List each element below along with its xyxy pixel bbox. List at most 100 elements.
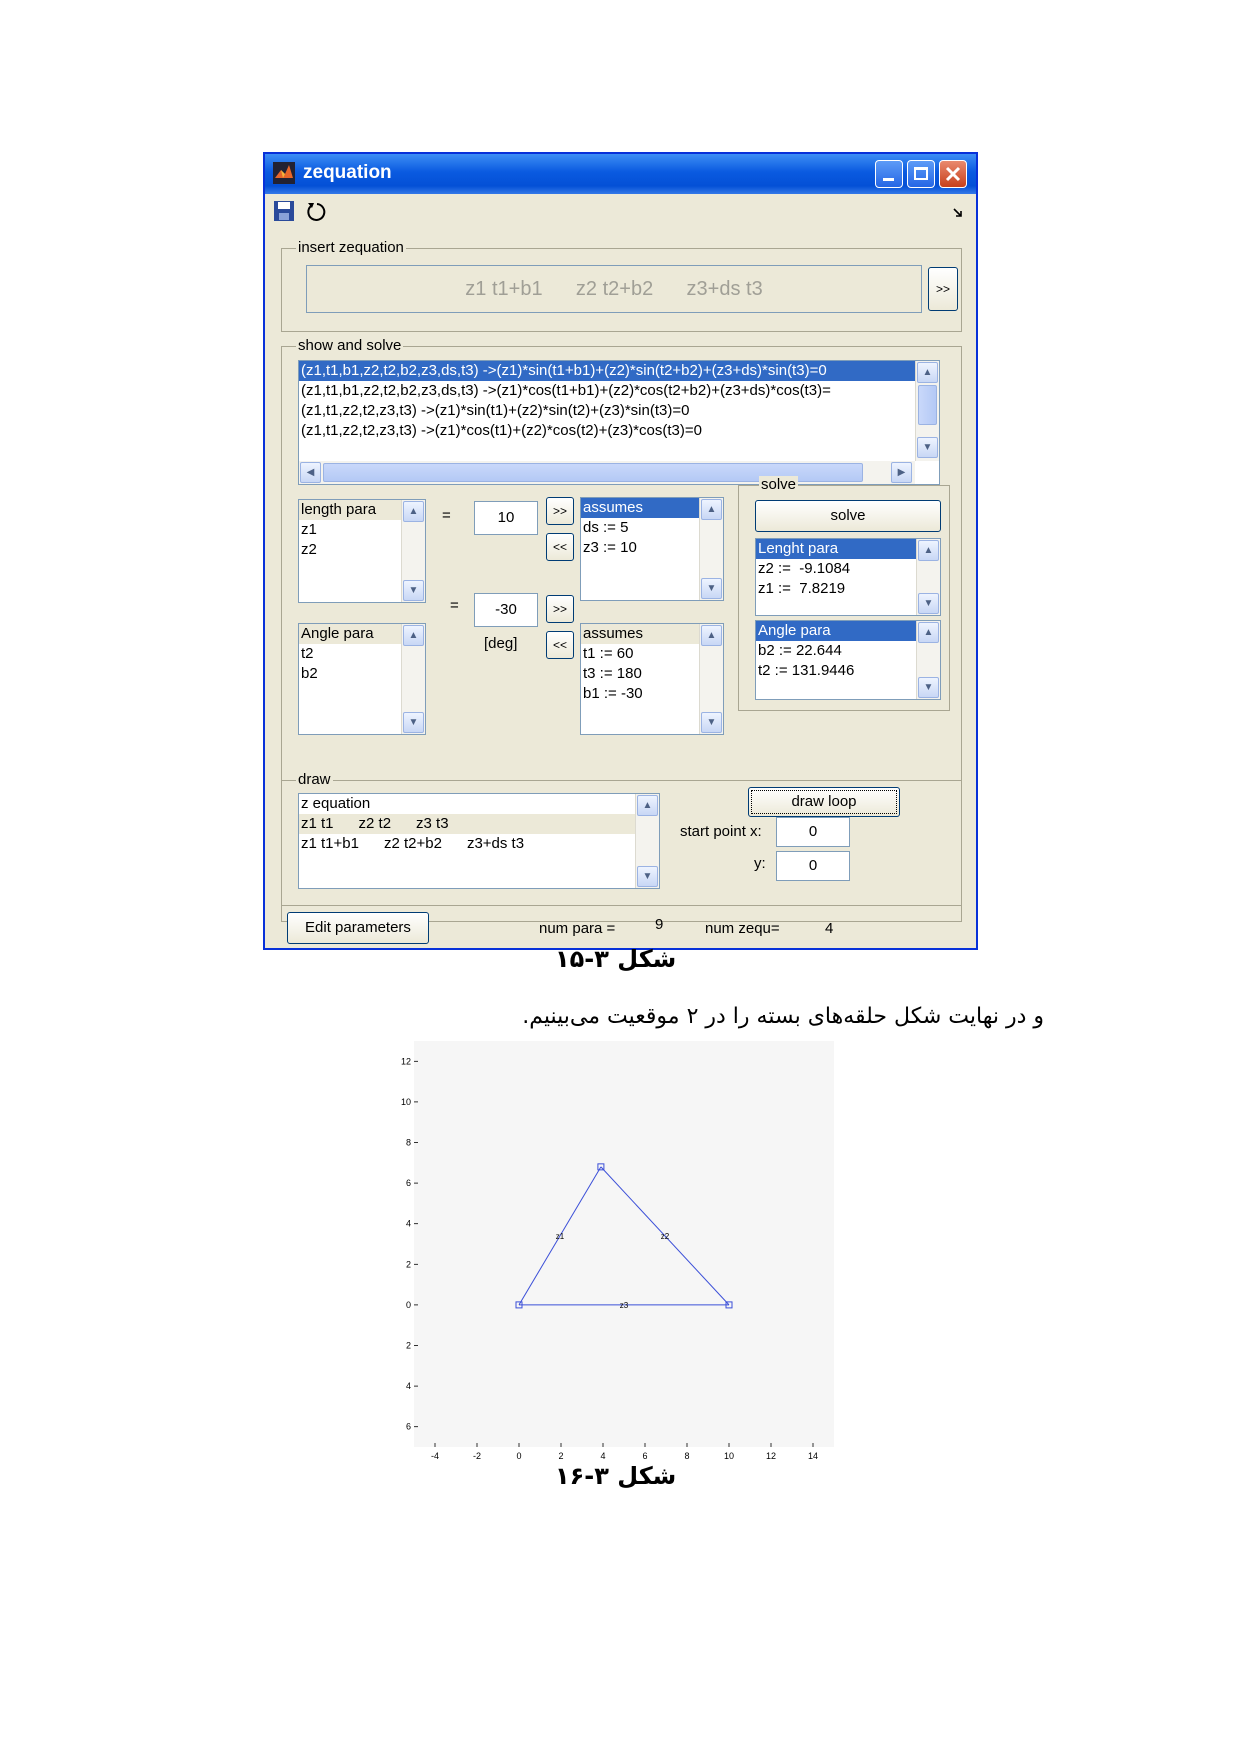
length-assumes-list[interactable]: assumes ds := 5 z3 := 10 ▲ ▼ xyxy=(580,497,724,601)
list-item[interactable]: (z1,t1,b1,z2,t2,b2,z3,ds,t3) ->(z1)*cos(… xyxy=(299,381,915,401)
list-item[interactable]: z1 t1 z2 t2 z3 t3 xyxy=(299,814,659,834)
start-y-input[interactable]: 0 xyxy=(776,851,850,881)
y-tick-label: 4 xyxy=(406,1381,411,1391)
scroll-down-icon[interactable]: ▼ xyxy=(403,580,424,601)
x-tick-label: 2 xyxy=(558,1451,563,1461)
scroll-up-icon[interactable]: ▲ xyxy=(701,625,722,646)
vertical-scrollbar[interactable]: ▲ ▼ xyxy=(916,539,940,615)
save-icon[interactable] xyxy=(273,200,295,222)
insert-zequation-panel: insert zequation z1 t1+b1 z2 t2+b2 z3+ds… xyxy=(281,239,962,332)
minimize-button[interactable] xyxy=(875,160,903,188)
equation-input[interactable]: z1 t1+b1 z2 t2+b2 z3+ds t3 xyxy=(306,265,922,313)
list-item[interactable]: z1 := 7.8219 xyxy=(756,579,940,599)
scroll-down-icon[interactable]: ▼ xyxy=(918,677,939,698)
length-para-list[interactable]: length para z1 z2 ▲ ▼ xyxy=(298,499,426,603)
segment-label: z1 xyxy=(556,1232,565,1241)
x-tick-label: 4 xyxy=(600,1451,605,1461)
angle-para-list[interactable]: Angle para t2 b2 ▲ ▼ xyxy=(298,623,426,735)
y-tick-label: 12 xyxy=(401,1056,411,1066)
scroll-left-icon[interactable]: ◀ xyxy=(300,462,321,483)
scroll-up-icon[interactable]: ▲ xyxy=(918,540,939,561)
draw-equation-list[interactable]: z equation z1 t1 z2 t2 z3 t3 z1 t1+b1 z2… xyxy=(298,793,660,889)
scroll-down-icon[interactable]: ▼ xyxy=(403,712,424,733)
angle-unit-label: [deg] xyxy=(484,635,518,652)
title-bar: zequation xyxy=(265,154,976,194)
scroll-down-icon[interactable]: ▼ xyxy=(917,437,938,458)
list-item[interactable]: (z1,t1,z2,t2,z3,t3) ->(z1)*sin(t1)+(z2)*… xyxy=(299,401,915,421)
num-zequ-value: 4 xyxy=(825,920,834,937)
x-tick-label: 6 xyxy=(642,1451,647,1461)
edit-parameters-button[interactable]: Edit parameters xyxy=(287,912,429,944)
list-item[interactable]: t2 := 131.9446 xyxy=(756,661,940,681)
list-item[interactable]: b2 := 22.644 xyxy=(756,641,940,661)
scroll-up-icon[interactable]: ▲ xyxy=(403,501,424,522)
scroll-down-icon[interactable]: ▼ xyxy=(918,593,939,614)
scroll-down-icon[interactable]: ▼ xyxy=(637,866,658,887)
rotate-icon[interactable] xyxy=(305,200,329,224)
y-tick-label: 0 xyxy=(406,1300,411,1310)
insert-panel-title: insert zequation xyxy=(296,239,406,256)
x-tick-label: -4 xyxy=(431,1451,439,1461)
insert-equation-button[interactable]: >> xyxy=(928,267,958,311)
list-item[interactable]: z1 t1+b1 z2 t2+b2 z3+ds t3 xyxy=(299,834,659,854)
scroll-up-icon[interactable]: ▲ xyxy=(637,795,658,816)
y-tick-label: 2 xyxy=(406,1259,411,1269)
list-header: Angle para xyxy=(756,621,940,641)
vertical-scrollbar[interactable]: ▲ ▼ xyxy=(699,498,723,600)
solve-panel: solve solve Lenght para z2 := -9.1084 z1… xyxy=(738,476,950,711)
scroll-thumb[interactable] xyxy=(918,385,937,425)
draw-panel: draw z equation z1 t1 z2 t2 z3 t3 z1 t1+… xyxy=(281,771,962,906)
x-tick-label: 10 xyxy=(724,1451,734,1461)
horizontal-scrollbar[interactable]: ◀ ▶ xyxy=(299,461,915,484)
num-para-value: 9 xyxy=(655,916,664,933)
loop-plot: -4 -2 0 2 4 6 8 10 12 14 12 10 8 6 4 2 0 2 4 6 z1 z2 z3 xyxy=(398,1035,834,1463)
length-equals-label: = xyxy=(442,507,451,524)
y-tick-label: 4 xyxy=(406,1219,411,1229)
scroll-down-icon[interactable]: ▼ xyxy=(701,578,722,599)
list-header: z equation xyxy=(301,795,371,812)
num-para-label: num para = xyxy=(539,920,616,937)
vertical-scrollbar[interactable]: ▲ ▼ xyxy=(635,794,659,888)
y-tick-label: 2 xyxy=(406,1341,411,1351)
list-item[interactable]: (z1,t1,b1,z2,t2,b2,z3,ds,t3) ->(z1)*sin(… xyxy=(299,361,915,381)
vertical-scrollbar[interactable]: ▲ ▼ xyxy=(915,361,939,461)
solve-button[interactable]: solve xyxy=(755,500,941,532)
vertical-scrollbar[interactable]: ▲ ▼ xyxy=(401,500,425,602)
scroll-up-icon[interactable]: ▲ xyxy=(403,625,424,646)
list-header: Lenght para xyxy=(756,539,940,559)
draw-loop-button[interactable]: draw loop xyxy=(748,787,900,817)
scroll-right-icon[interactable]: ▶ xyxy=(891,462,912,483)
scroll-up-icon[interactable]: ▲ xyxy=(918,622,939,643)
scroll-up-icon[interactable]: ▲ xyxy=(701,499,722,520)
solve-panel-title: solve xyxy=(759,476,799,493)
vertical-scrollbar[interactable]: ▲ ▼ xyxy=(401,624,425,734)
add-length-assume-button[interactable]: >> xyxy=(546,497,574,525)
list-item[interactable]: (z1,t1,z2,t2,z3,t3) ->(z1)*cos(t1)+(z2)*… xyxy=(299,421,915,441)
remove-angle-assume-button[interactable]: << xyxy=(546,631,574,659)
remove-length-assume-button[interactable]: << xyxy=(546,533,574,561)
vertical-scrollbar[interactable]: ▲ ▼ xyxy=(699,624,723,734)
x-tick-label: 14 xyxy=(808,1451,818,1461)
segment-label: z2 xyxy=(661,1232,670,1241)
persian-paragraph: و در نهایت شکل حلقه‌های بسته را در ۲ موق… xyxy=(522,1004,1044,1029)
scroll-down-icon[interactable]: ▼ xyxy=(701,712,722,733)
dock-arrow-icon[interactable] xyxy=(953,208,963,218)
angle-results-list[interactable]: Angle para b2 := 22.644 t2 := 131.9446 ▲… xyxy=(755,620,941,700)
x-tick-label: 8 xyxy=(684,1451,689,1461)
scroll-up-icon[interactable]: ▲ xyxy=(917,362,938,383)
angle-value-input[interactable]: -30 xyxy=(474,593,538,627)
length-results-list[interactable]: Lenght para z2 := -9.1084 z1 := 7.8219 ▲… xyxy=(755,538,941,616)
y-tick-label: 6 xyxy=(406,1178,411,1188)
list-item[interactable]: z2 := -9.1084 xyxy=(756,559,940,579)
angle-assumes-list[interactable]: assumes t1 := 60 t3 := 180 b1 := -30 ▲ ▼ xyxy=(580,623,724,735)
close-button[interactable] xyxy=(939,160,967,188)
add-angle-assume-button[interactable]: >> xyxy=(546,595,574,623)
y-tick-label: 6 xyxy=(406,1422,411,1432)
length-value-input[interactable]: 10 xyxy=(474,501,538,535)
vertical-scrollbar[interactable]: ▲ ▼ xyxy=(916,621,940,699)
start-y-label: y: xyxy=(754,855,766,872)
start-x-input[interactable]: 0 xyxy=(776,817,850,847)
segment-label: z3 xyxy=(620,1301,629,1310)
maximize-button[interactable] xyxy=(907,160,935,188)
equations-list[interactable]: (z1,t1,b1,z2,t2,b2,z3,ds,t3) ->(z1)*sin(… xyxy=(298,360,940,485)
